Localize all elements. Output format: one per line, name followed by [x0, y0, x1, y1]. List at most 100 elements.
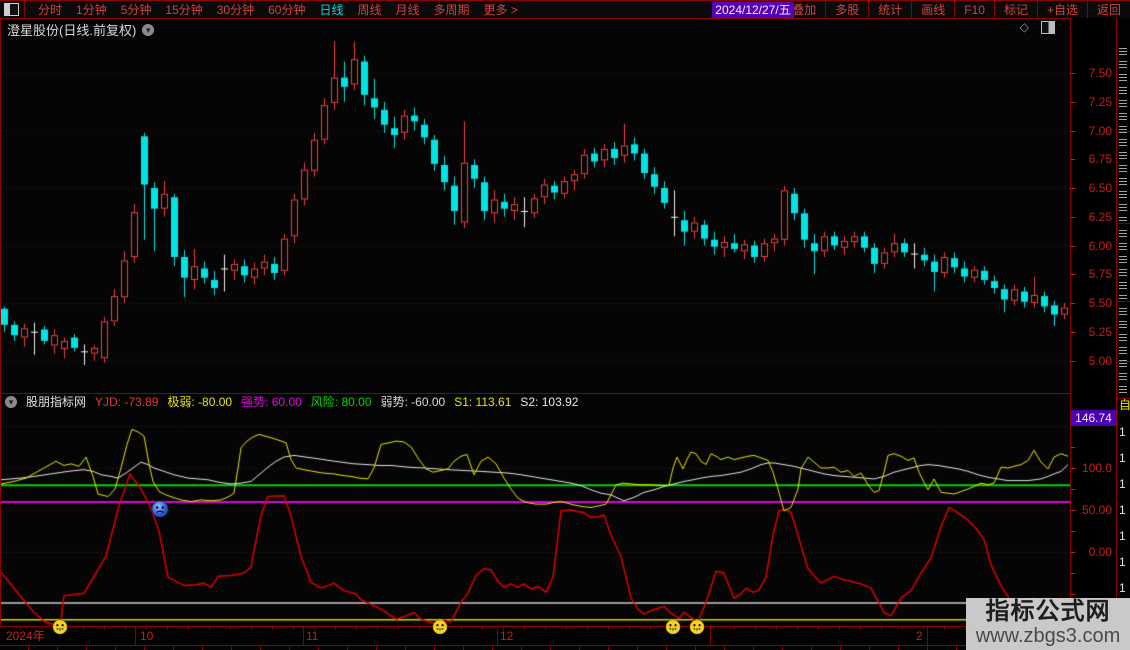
clipped-glyph-fragment: [1119, 191, 1127, 200]
clipped-glyph-fragment: [1119, 61, 1127, 70]
clipped-glyph-fragment: [1119, 217, 1127, 226]
indicator-tick: [1071, 489, 1075, 490]
date-tick: [881, 627, 882, 630]
toolbar-action-2[interactable]: 多股: [825, 1, 868, 18]
sell-signal-sad-icon: [151, 500, 169, 523]
price-tick-label: 6.50: [1089, 182, 1112, 194]
price-tick-label: 6.25: [1089, 211, 1112, 223]
toolbar-action-7[interactable]: +自选: [1037, 1, 1087, 18]
period-tab-1[interactable]: 1分钟: [76, 3, 107, 17]
date-tick: [482, 627, 483, 630]
date-label: 11: [306, 630, 318, 643]
date-tick: [650, 627, 651, 630]
toolbar-action-4[interactable]: 画线: [911, 1, 954, 18]
app-window: 分时1分钟5分钟15分钟30分钟60分钟日线周线月线多周期更多 > 复权叠加多股…: [0, 0, 1130, 650]
toolbar-action-6[interactable]: 标记: [994, 1, 1037, 18]
candlestick-chart[interactable]: [1, 41, 1070, 393]
clipped-glyph-fragment: [1119, 113, 1127, 122]
clipped-glyph-fragment: [1119, 347, 1127, 356]
clipped-glyph-fragment: [1119, 178, 1127, 187]
strip-digit: 1: [1119, 426, 1126, 439]
price-tick-label: 6.00: [1089, 240, 1112, 252]
clipped-glyph-fragment: [1119, 87, 1127, 96]
date-tick: [188, 627, 189, 630]
clipped-glyph-fragment: [1119, 230, 1127, 239]
toolbar-action-3[interactable]: 统计: [868, 1, 911, 18]
toolbar-divider: [24, 1, 25, 18]
strip-digit: 1: [1119, 556, 1126, 569]
date-tick: [461, 627, 462, 630]
buy-signal-smiley-icon: [665, 619, 681, 640]
month-divider: [927, 627, 928, 645]
indicator-tick: [1071, 531, 1075, 532]
price-tick: [1071, 159, 1075, 160]
indicator-tick-label: 50.00: [1082, 504, 1112, 516]
date-tick: [797, 627, 798, 630]
date-tick: [398, 627, 399, 630]
period-tab-6[interactable]: 日线: [319, 3, 343, 17]
date-tick: [923, 627, 924, 630]
period-tab-5[interactable]: 60分钟: [268, 3, 305, 17]
price-tick-label: 7.50: [1089, 67, 1112, 79]
clipped-right-panel[interactable]: 自1111111: [1117, 18, 1130, 650]
price-tick: [1071, 332, 1075, 333]
price-axis: 7.507.257.006.756.506.256.005.755.505.25…: [1070, 18, 1117, 650]
strip-digit: 1: [1119, 452, 1126, 465]
indicator-tick: [1071, 447, 1075, 448]
indicator-name: 股朋指标网: [26, 393, 86, 410]
strip-divider: [1117, 223, 1130, 224]
price-tick: [1071, 274, 1075, 275]
month-divider: [303, 627, 304, 645]
date-tick: [335, 627, 336, 630]
chevron-down-icon[interactable]: ▾: [142, 24, 154, 36]
clipped-glyph-fragment: [1119, 152, 1127, 161]
strip-divider: [1117, 361, 1130, 362]
date-tick: [503, 627, 504, 630]
watermark-url: www.zbgs3.com: [966, 625, 1130, 648]
watermark-box: 指标公式网 www.zbgs3.com: [966, 598, 1130, 650]
date-axis: 2024年1011122: [0, 626, 1130, 646]
period-tab-7[interactable]: 周线: [357, 3, 381, 17]
indicator-param-0: YJD: -73.89: [95, 395, 158, 409]
month-divider: [135, 627, 136, 645]
clipped-glyph-fragment: [1119, 139, 1127, 148]
date-tick: [377, 627, 378, 630]
indicator-param-4: 弱势: -60.00: [381, 393, 446, 410]
period-tab-10[interactable]: 更多 >: [484, 3, 518, 17]
clipped-glyph-fragment: [1119, 386, 1127, 395]
panel-toggle-icon[interactable]: [1041, 21, 1055, 34]
buy-signal-smiley-icon: [432, 619, 448, 640]
strip-partial-label: 自: [1119, 399, 1130, 412]
date-label: 2024年: [6, 630, 45, 643]
period-tab-4[interactable]: 30分钟: [217, 3, 254, 17]
period-tab-8[interactable]: 月线: [396, 3, 420, 17]
period-tab-9[interactable]: 多周期: [434, 3, 470, 17]
diamond-icon[interactable]: ◇: [1020, 20, 1029, 34]
toolbar-action-5[interactable]: F10: [954, 1, 994, 18]
clipped-glyph-fragment: [1119, 204, 1127, 213]
date-tick: [944, 627, 945, 630]
date-tick: [776, 627, 777, 630]
period-tab-3[interactable]: 15分钟: [165, 3, 202, 17]
date-tick: [167, 627, 168, 630]
date-tick: [860, 627, 861, 630]
price-tick: [1071, 102, 1075, 103]
period-tab-0[interactable]: 分时: [38, 3, 62, 17]
period-tab-2[interactable]: 5分钟: [121, 3, 152, 17]
date-tick: [713, 627, 714, 630]
toolbar-action-8[interactable]: 返回: [1087, 1, 1130, 18]
indicator-tick-label: 0.00: [1089, 546, 1112, 558]
date-tick: [230, 627, 231, 630]
date-tick: [83, 627, 84, 630]
clipped-glyph-fragment: [1119, 48, 1127, 57]
watermark-title: 指标公式网: [966, 599, 1130, 625]
clipped-glyph-fragment: [1119, 243, 1127, 252]
date-tick: [272, 627, 273, 630]
buy-signal-smiley-icon: [52, 619, 68, 640]
indicator-collapse-icon[interactable]: ▾: [5, 396, 17, 408]
layout-panel-icon[interactable]: [4, 3, 19, 16]
indicator-param-6: S2: 103.92: [520, 395, 578, 409]
date-tick: [902, 627, 903, 630]
price-tick-label: 7.00: [1089, 125, 1112, 137]
clipped-glyph-fragment: [1119, 256, 1127, 265]
